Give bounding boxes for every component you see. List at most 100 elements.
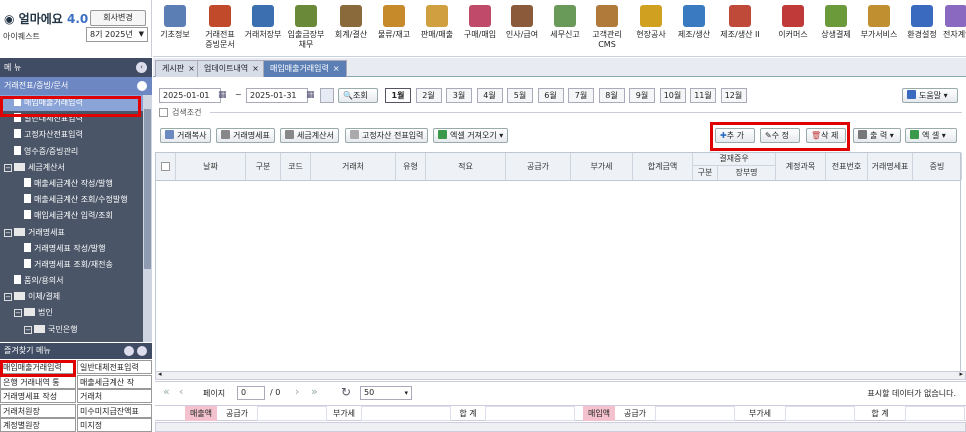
tab-sales-purchase-entry[interactable]: 매입매출거래입력 × xyxy=(263,60,347,77)
search-button[interactable]: 🔍조회 xyxy=(338,88,378,103)
sidebar-item[interactable]: 고정자산전표입력 xyxy=(0,127,152,143)
sidebar-item[interactable]: − 세금계산서 xyxy=(0,160,152,176)
period-button-4[interactable]: 4월 xyxy=(476,88,503,103)
help-button[interactable]: 도움말 ▾ xyxy=(902,88,958,103)
collapse-tree-icon[interactable]: − xyxy=(4,163,12,172)
checkbox[interactable] xyxy=(161,162,170,171)
fixed-asset-entry-button[interactable]: 고정자산 전표입력 xyxy=(345,128,429,143)
quick-menu-item[interactable]: 매출세금계산 작 xyxy=(77,374,152,389)
toolbar-voucher-button[interactable]: 거래전표 증빙문서 xyxy=(198,3,242,55)
page-input[interactable]: 0 xyxy=(237,386,265,400)
calendar-icon[interactable]: ▦ xyxy=(306,90,315,100)
close-icon[interactable]: × xyxy=(188,64,195,73)
toolbar-basic-info-button[interactable]: 기초정보 xyxy=(153,3,197,55)
calendar-grid-icon[interactable] xyxy=(320,88,334,103)
toolbar-factory-button[interactable]: 제조/생산 xyxy=(672,3,716,55)
last-page-icon[interactable]: » xyxy=(311,385,318,398)
period-button-9[interactable]: 9월 xyxy=(629,88,655,103)
tab-updates[interactable]: 업데이트내역 × xyxy=(197,60,266,77)
scroll-right-icon[interactable]: ▸ xyxy=(959,370,963,378)
collapse-menu-icon[interactable]: ‹ xyxy=(136,62,147,73)
scroll-left-icon[interactable]: ◂ xyxy=(158,370,162,378)
sidebar-item[interactable]: − 국민은행 xyxy=(0,322,152,338)
fiscal-year-select[interactable]: 8기 2025년 ▼ xyxy=(86,27,148,42)
period-button-6[interactable]: 6월 xyxy=(537,88,564,103)
period-button-1[interactable]: 1월 xyxy=(385,88,411,103)
next-page-icon[interactable]: › xyxy=(295,385,299,398)
calendar-icon[interactable]: ▦ xyxy=(218,90,227,100)
sidebar-section-header[interactable]: 거래전표/증빙/문서 xyxy=(0,77,152,95)
settings-icon[interactable] xyxy=(124,346,134,356)
quick-menu-item[interactable]: 미지정 xyxy=(77,418,152,432)
toolbar-ecommerce-button[interactable]: 이커머스 xyxy=(771,3,815,55)
scrollbar-thumb[interactable] xyxy=(144,109,151,269)
toolbar-settings-button[interactable]: 환경설정 xyxy=(900,3,944,55)
sidebar-item[interactable]: − 법인 xyxy=(0,305,152,321)
sidebar-item[interactable]: − 거래명세표 xyxy=(0,225,152,241)
quick-menu-item[interactable]: 거래처원장 xyxy=(0,403,76,418)
search-condition-toggle[interactable]: 검색조건 xyxy=(159,107,201,118)
quick-menu-item[interactable]: 거래처 xyxy=(77,389,152,403)
first-page-icon[interactable]: « xyxy=(163,385,170,398)
toolbar-ledger-button[interactable]: 거래처장부 xyxy=(241,3,285,55)
toolbar-customer-button[interactable]: 고객관리 CMS xyxy=(585,3,629,55)
prev-page-icon[interactable]: ‹ xyxy=(179,385,183,398)
date-from-input[interactable]: 2025-01-01 xyxy=(159,88,221,103)
tab-board[interactable]: 게시판 × xyxy=(155,60,202,77)
quick-menu-item[interactable]: 일반대체전표입력 xyxy=(77,360,152,374)
sidebar-item[interactable]: 영수증/증빙관리 xyxy=(0,144,152,160)
toolbar-tax-button[interactable]: 세무신고 xyxy=(543,3,587,55)
collapse-tree-icon[interactable]: − xyxy=(4,228,12,237)
excel-export-button[interactable]: 엑 셀 ▾ xyxy=(905,128,957,143)
collapse-tree-icon[interactable]: − xyxy=(24,325,32,334)
toolbar-sales-button[interactable]: 판매/매출 xyxy=(415,3,459,55)
toolbar-service-button[interactable]: 부가서비스 xyxy=(857,3,901,55)
checkbox[interactable] xyxy=(159,108,168,117)
collapse-icon[interactable] xyxy=(137,346,147,356)
toolbar-construction-button[interactable]: 현장공사 xyxy=(629,3,673,55)
quick-menu-item[interactable]: 미수미지급잔액표 xyxy=(77,403,152,418)
page-size-select[interactable]: 50 ▾ xyxy=(360,386,412,400)
toolbar-factory2-button[interactable]: 제조/생산 II xyxy=(718,3,762,55)
sidebar-item[interactable]: 거래명세표 작성/발행 xyxy=(0,241,152,257)
close-icon[interactable]: × xyxy=(252,64,259,73)
company-change-button[interactable]: 회사변경 xyxy=(90,10,146,26)
transaction-statement-button[interactable]: 거래명세표 xyxy=(216,128,275,143)
horizontal-scrollbar[interactable]: ◂ ▸ xyxy=(155,370,966,380)
toolbar-accounting-button[interactable]: 회계/결산 xyxy=(329,3,373,55)
toolbar-cash-book-button[interactable]: 입출금장부 채무 xyxy=(284,3,328,55)
close-icon[interactable]: × xyxy=(333,64,340,73)
quick-menu-item[interactable]: 거래명세표 작성 xyxy=(0,389,76,403)
sidebar-item[interactable]: 거래명세표 조회/재전송 xyxy=(0,257,152,273)
toolbar-contract-button[interactable]: 전자계약 xyxy=(943,3,966,55)
sidebar-item[interactable]: 매출세금계산 작성/발행 xyxy=(0,176,152,192)
period-button-7[interactable]: 7월 xyxy=(568,88,594,103)
date-to-input[interactable]: 2025-01-31 xyxy=(246,88,308,103)
grid-body[interactable] xyxy=(155,181,961,371)
print-button[interactable]: 출 력 ▾ xyxy=(853,128,901,143)
period-button-10[interactable]: 10월 xyxy=(659,88,686,103)
grid-col-checkbox[interactable] xyxy=(156,153,176,180)
copy-transaction-button[interactable]: 거래복사 xyxy=(160,128,212,143)
refresh-icon[interactable]: ↻ xyxy=(341,385,351,399)
collapse-section-icon[interactable] xyxy=(137,81,147,91)
tax-invoice-button[interactable]: 세금계산서 xyxy=(280,128,339,143)
collapse-tree-icon[interactable]: − xyxy=(14,309,22,318)
sidebar-item[interactable]: 품의/용의서 xyxy=(0,273,152,289)
sidebar-item[interactable]: 매출세금계산 조회/수정발행 xyxy=(0,192,152,208)
sidebar-scrollbar[interactable] xyxy=(143,95,152,342)
period-button-3[interactable]: 3월 xyxy=(446,88,472,103)
toolbar-payment-button[interactable]: 상생결제 xyxy=(814,3,858,55)
period-button-2[interactable]: 2월 xyxy=(415,88,442,103)
toolbar-logistics-button[interactable]: 물류/재고 xyxy=(372,3,416,55)
period-button-5[interactable]: 5월 xyxy=(507,88,533,103)
period-button-8[interactable]: 8월 xyxy=(598,88,625,103)
period-button-12[interactable]: 12월 xyxy=(720,88,747,103)
period-button-11[interactable]: 11월 xyxy=(690,88,716,103)
sidebar-item[interactable]: 매입세금계산 입력/조회 xyxy=(0,208,152,224)
summary-scrollbar[interactable] xyxy=(155,422,966,432)
quick-menu-item[interactable]: 계정별원장 xyxy=(0,418,76,432)
sidebar-item[interactable]: − 이체/결제 xyxy=(0,289,152,305)
excel-import-button[interactable]: 엑셀 거져오기 ▾ xyxy=(433,128,509,143)
toolbar-hr-button[interactable]: 인사/급여 xyxy=(500,3,544,55)
